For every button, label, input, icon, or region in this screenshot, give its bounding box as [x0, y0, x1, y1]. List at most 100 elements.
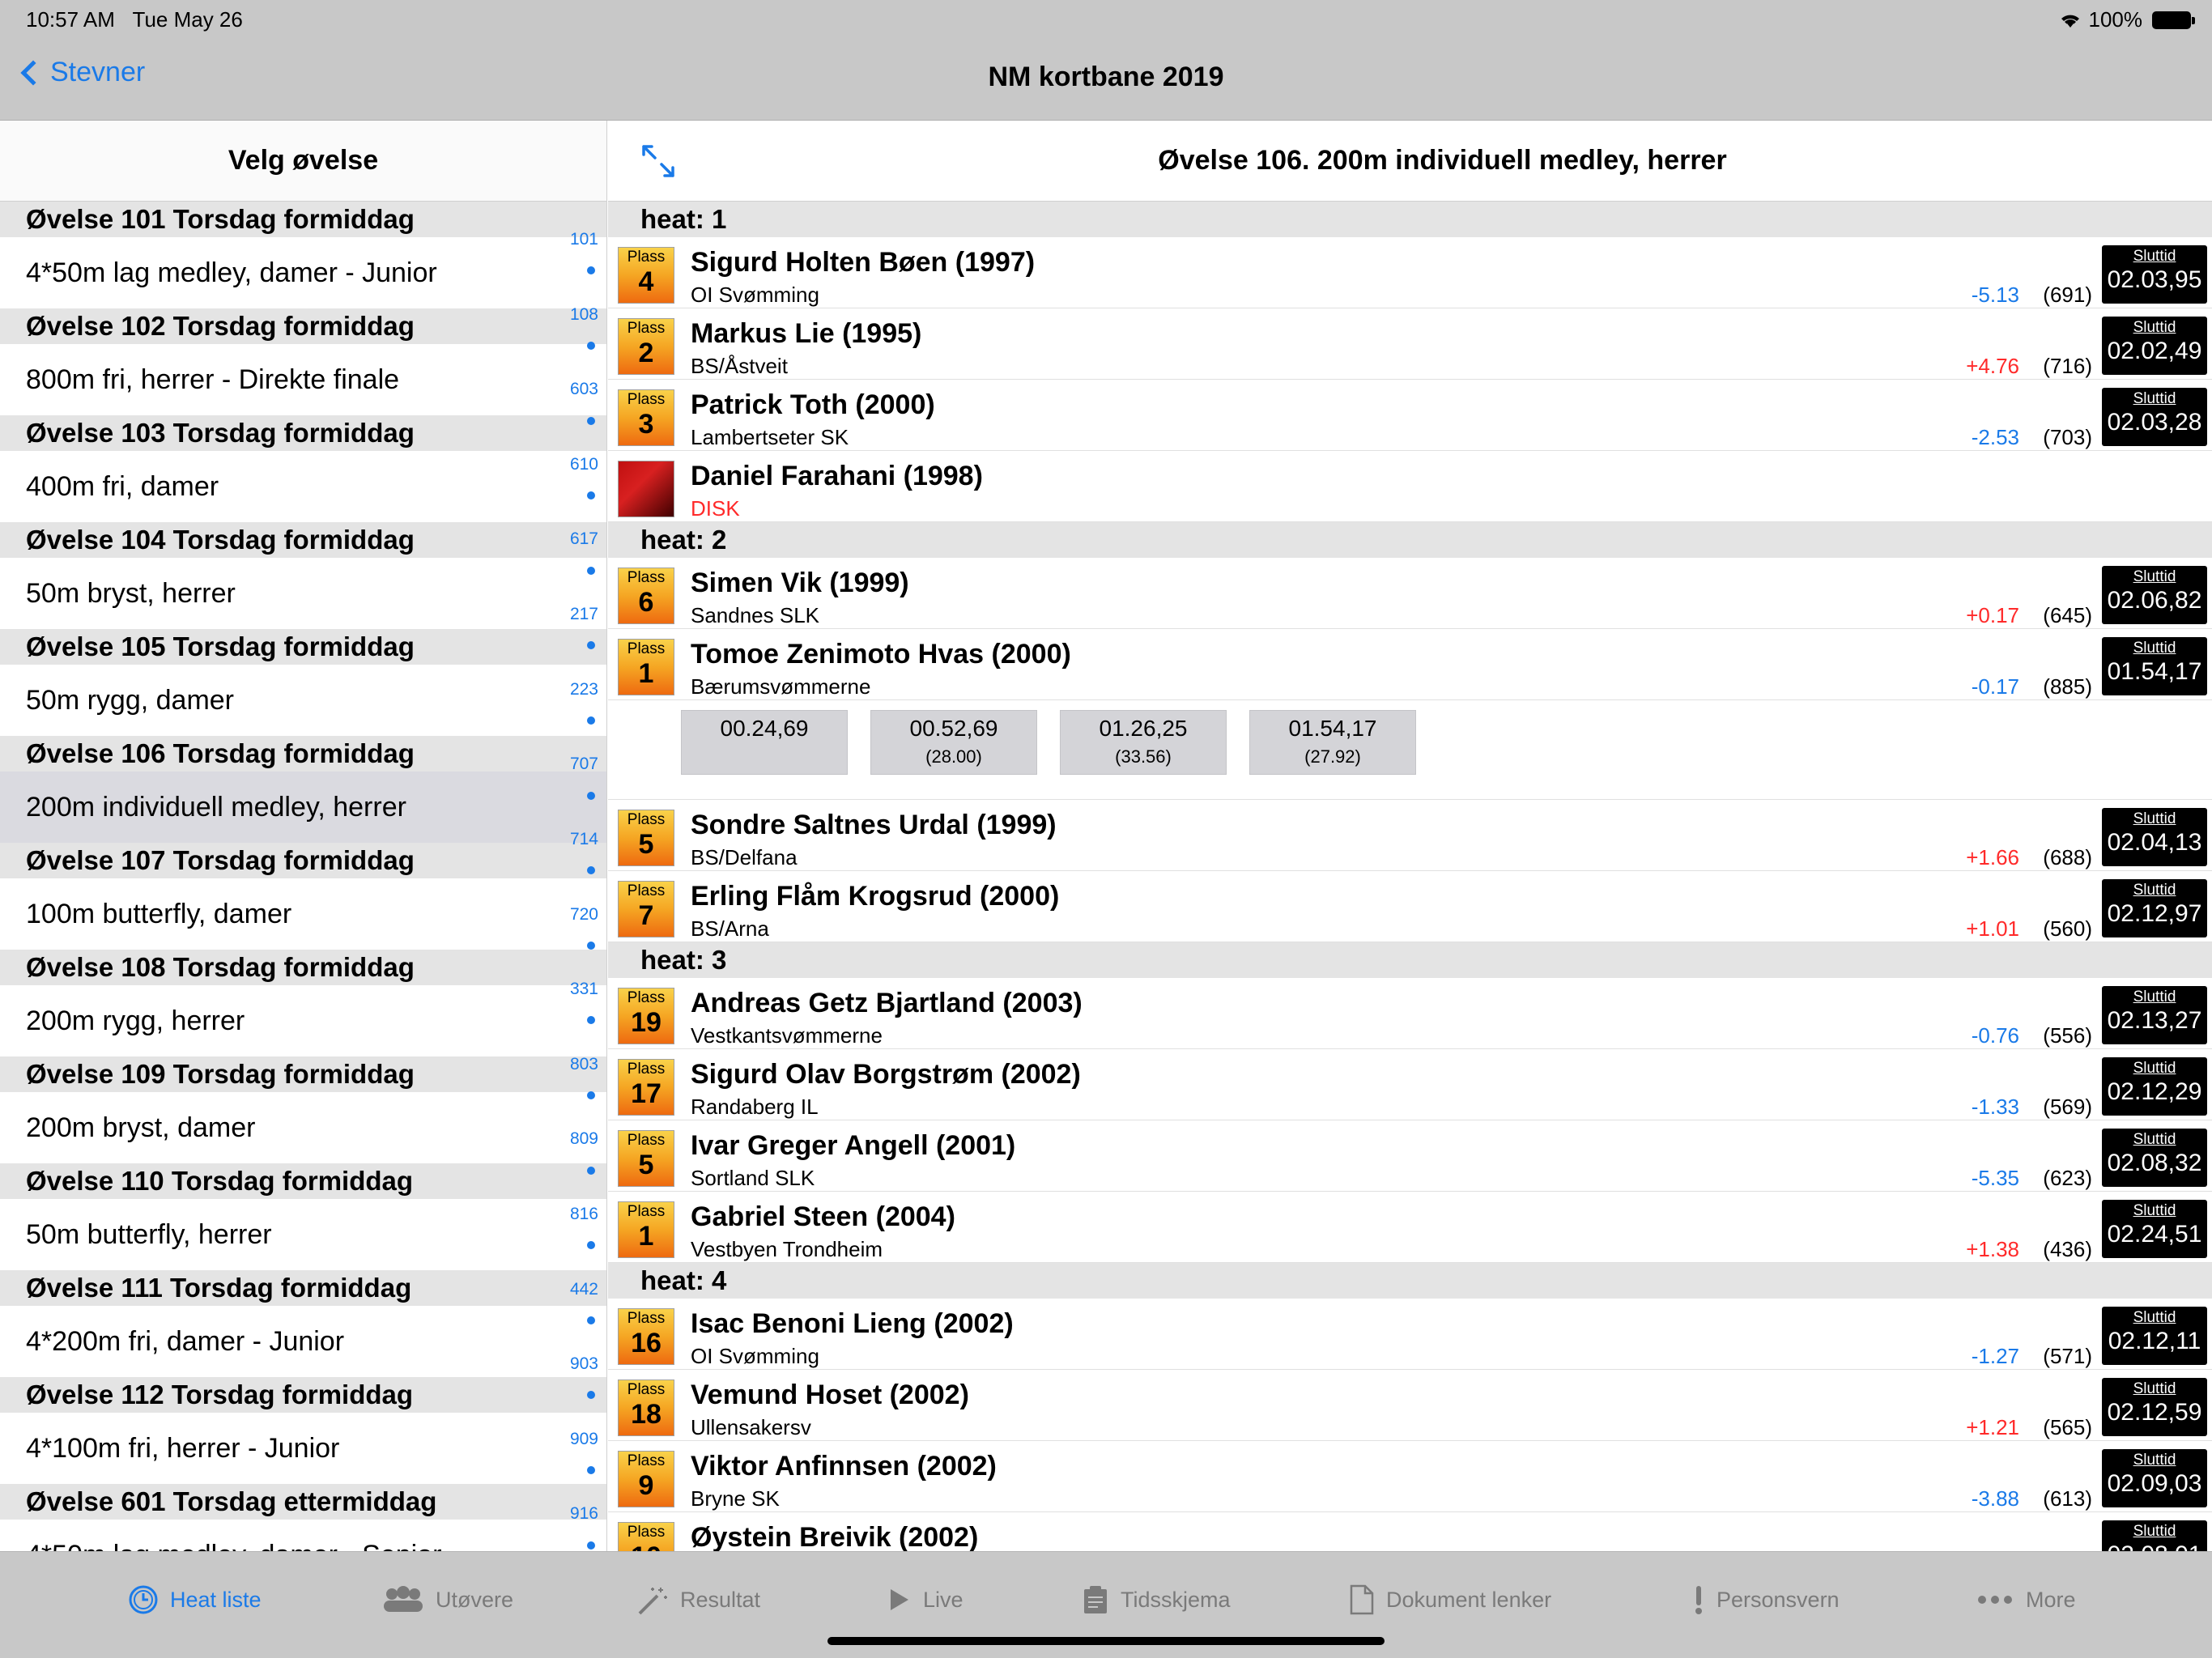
- place-badge: Plass 3: [618, 389, 674, 446]
- tab-heat-liste[interactable]: Heat liste: [128, 1584, 262, 1615]
- index-number[interactable]: 909: [570, 1431, 598, 1448]
- index-number[interactable]: 803: [570, 1056, 598, 1073]
- split-lap: (28.00): [925, 746, 982, 767]
- split-value: 01.26,25: [1099, 716, 1188, 741]
- event-item[interactable]: 4*100m fri, herrer - Junior: [0, 1413, 606, 1484]
- event-item[interactable]: 800m fri, herrer - Direkte finale: [0, 344, 606, 415]
- swimmer-row[interactable]: Plass 3 Patrick Toth (2000) Lambertseter SK…: [608, 380, 2212, 451]
- fina-points: (645): [2043, 603, 2092, 627]
- swimmer-row[interactable]: Plass 16 Isac Benoni Lieng (2002) OI Svømmi…: [608, 1299, 2212, 1370]
- swimmer-row[interactable]: Plass 7 Erling Flåm Krogsrud (2000) BS/Arna…: [608, 871, 2212, 942]
- event-item[interactable]: 200m rygg, herrer: [0, 985, 606, 1056]
- split-lap: (33.56): [1115, 746, 1172, 767]
- place-label: Plass: [627, 1132, 666, 1149]
- swimmer-club: Vestkantsvømmerne: [691, 1023, 883, 1048]
- tab-tidsskjema[interactable]: Tidsskjema: [1082, 1584, 1231, 1615]
- tab-ut-vere[interactable]: Utøvere: [382, 1584, 513, 1615]
- event-item[interactable]: 200m bryst, damer: [0, 1092, 606, 1163]
- index-dot: [587, 1241, 595, 1249]
- swimmer-row[interactable]: Plass 2 Markus Lie (1995) BS/Åstveit +4.76 (7…: [608, 308, 2212, 380]
- index-number[interactable]: 720: [570, 906, 598, 923]
- event-item[interactable]: 4*200m fri, damer - Junior: [0, 1306, 606, 1377]
- final-time-value: 01.54,17: [2107, 658, 2202, 685]
- event-item[interactable]: 50m butterfly, herrer: [0, 1199, 606, 1270]
- heat-list[interactable]: heat: 1 Plass 4 Sigurd Holten Bøen (1997) OI…: [608, 202, 2212, 1551]
- event-list[interactable]: Øvelse 101 Torsdag formiddag 4*50m lag me…: [0, 202, 606, 1551]
- section-index[interactable]: 101 108 603 610 617 217 223 707 714 720 331 803 809 8…: [558, 202, 606, 1551]
- event-item[interactable]: 400m fri, damer: [0, 451, 606, 522]
- event-section-header: Øvelse 108 Torsdag formiddag: [0, 950, 606, 985]
- final-time-box: Sluttid 02.24,51: [2102, 1200, 2207, 1258]
- index-number[interactable]: 442: [570, 1281, 598, 1298]
- final-time-box: Sluttid 02.03,28: [2102, 388, 2207, 446]
- index-number[interactable]: 217: [570, 606, 598, 623]
- place-number: 16: [631, 1328, 661, 1358]
- swimmer-club: Ullensakersv: [691, 1415, 811, 1439]
- final-time-box: Sluttid 02.08,32: [2102, 1129, 2207, 1187]
- tab-resultat[interactable]: Resultat: [636, 1584, 760, 1615]
- event-item[interactable]: 4*50m lag medley, damer - Junior: [0, 237, 606, 308]
- split-value: 00.24,69: [720, 716, 809, 741]
- tab-dokument-lenker[interactable]: Dokument lenker: [1349, 1584, 1551, 1615]
- index-number[interactable]: 714: [570, 831, 598, 848]
- place-label: Plass: [627, 640, 666, 657]
- final-time-value: 02.12,11: [2108, 1328, 2201, 1354]
- index-number[interactable]: 610: [570, 456, 598, 473]
- event-item[interactable]: 50m rygg, damer: [0, 665, 606, 736]
- final-time-value: 02.03,28: [2107, 409, 2202, 436]
- index-number[interactable]: 108: [570, 306, 598, 323]
- tab-more[interactable]: More: [1976, 1584, 2076, 1615]
- index-dot: [587, 567, 595, 575]
- swimmer-row[interactable]: Plass 9 Viktor Anfinnsen (2002) Bryne SK -3.…: [608, 1441, 2212, 1512]
- swimmer-row[interactable]: Plass 6 Simen Vik (1999) Sandnes SLK +0.17 (6…: [608, 558, 2212, 629]
- index-dot: [587, 1466, 595, 1474]
- tab-live[interactable]: Live: [887, 1584, 963, 1615]
- index-number[interactable]: 331: [570, 980, 598, 997]
- swimmer-row[interactable]: Plass 5 Sondre Saltnes Urdal (1999) BS/Delf…: [608, 800, 2212, 871]
- final-time-value: 02.09,03: [2107, 1470, 2202, 1497]
- index-number[interactable]: 603: [570, 380, 598, 397]
- swimmer-row[interactable]: Plass10 Øystein Breivik (2002) Sluttid02.0…: [608, 1512, 2212, 1551]
- swimmer-row[interactable]: Plass 1 Gabriel Steen (2004) Vestbyen Trond…: [608, 1192, 2212, 1263]
- index-number[interactable]: 101: [570, 231, 598, 248]
- index-dot: [587, 716, 595, 725]
- index-number[interactable]: 707: [570, 755, 598, 772]
- swimmer-row[interactable]: Plass 1 Tomoe Zenimoto Hvas (2000) Bærumsvø…: [608, 629, 2212, 700]
- place-badge: Plass 6: [618, 568, 674, 624]
- index-number[interactable]: 809: [570, 1130, 598, 1147]
- event-list-panel: Velg øvelse Øvelse 101 Torsdag formiddag…: [0, 121, 607, 1551]
- index-dot: [587, 942, 595, 950]
- index-number[interactable]: 223: [570, 681, 598, 698]
- place-label: Plass: [627, 989, 666, 1006]
- event-item[interactable]: 100m butterfly, damer: [0, 878, 606, 950]
- swimmer-row[interactable]: Plass 19 Andreas Getz Bjartland (2003) Vest…: [608, 978, 2212, 1049]
- event-item[interactable]: 4*50m lag medley, damer - Senior: [0, 1520, 606, 1551]
- place-label: Plass: [627, 1452, 666, 1469]
- clock-icon: [128, 1584, 159, 1615]
- wifi-icon: [2061, 15, 2079, 28]
- time-difference: +1.38: [1966, 1237, 2019, 1261]
- index-number[interactable]: 916: [570, 1505, 598, 1522]
- final-time-box: Sluttid 02.09,03: [2102, 1449, 2207, 1507]
- swimmer-row[interactable]: Daniel Farahani (1998) DISK: [608, 451, 2212, 522]
- fina-points: (560): [2043, 916, 2092, 941]
- tab-personsvern[interactable]: Personsvern: [1692, 1584, 1840, 1615]
- swimmer-row[interactable]: Plass 5 Ivar Greger Angell (2001) Sortland …: [608, 1120, 2212, 1192]
- swimmer-name: Øystein Breivik (2002): [691, 1522, 979, 1551]
- index-number[interactable]: 617: [570, 530, 598, 547]
- final-time-label: Sluttid: [2133, 248, 2176, 265]
- swimmer-row[interactable]: Plass 4 Sigurd Holten Bøen (1997) OI Svømmi…: [608, 237, 2212, 308]
- final-time-value: 02.12,29: [2107, 1078, 2202, 1105]
- index-number[interactable]: 816: [570, 1205, 598, 1222]
- event-item[interactable]: 50m bryst, herrer: [0, 558, 606, 629]
- event-item[interactable]: 200m individuell medley, herrer: [0, 772, 606, 843]
- index-number[interactable]: 903: [570, 1355, 598, 1372]
- fina-points: (571): [2043, 1344, 2092, 1368]
- swimmer-row[interactable]: Plass 17 Sigurd Olav Borgstrøm (2002) Randa…: [608, 1049, 2212, 1120]
- swimmer-name: Simen Vik (1999): [691, 568, 909, 598]
- index-dot: [587, 792, 595, 800]
- swimmer-row[interactable]: Plass 18 Vemund Hoset (2002) Ullensakersv +1…: [608, 1370, 2212, 1441]
- final-time-label: Sluttid: [2133, 1523, 2176, 1540]
- place-number: 1: [638, 658, 654, 689]
- tab-label: Dokument lenker: [1386, 1587, 1552, 1612]
